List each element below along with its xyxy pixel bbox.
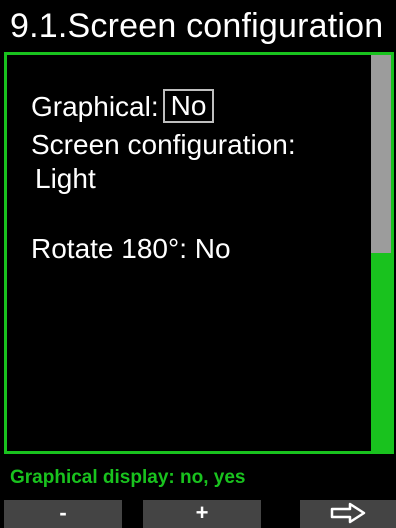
graphical-label: Graphical: xyxy=(31,91,159,122)
scrollbar-thumb[interactable] xyxy=(371,55,391,253)
next-softkey[interactable] xyxy=(300,500,396,528)
rotate-value[interactable]: No xyxy=(195,233,231,264)
dive-computer-screen: 9.1.Screen configuration Graphical: No Sc… xyxy=(0,0,396,528)
rotate-setting-row[interactable]: Rotate 180°: No xyxy=(31,233,231,265)
hint-text: Graphical display: no, yes xyxy=(10,467,246,488)
right-arrow-icon xyxy=(330,502,366,524)
graphical-value-field[interactable]: No xyxy=(162,89,215,123)
minus-softkey[interactable]: - xyxy=(4,500,122,528)
graphical-setting-row[interactable]: Graphical: No xyxy=(31,89,215,123)
title-bar: 9.1.Screen configuration xyxy=(0,0,396,50)
rotate-label: Rotate 180°: xyxy=(31,233,187,264)
plus-softkey[interactable]: + xyxy=(143,500,261,528)
screen-config-value[interactable]: Light xyxy=(35,163,96,195)
settings-panel: Graphical: No Screen configuration: Light… xyxy=(4,52,394,454)
screen-config-label: Screen configuration: xyxy=(31,129,296,160)
page-title: 9.1.Screen configuration xyxy=(10,7,384,45)
scrollbar[interactable] xyxy=(371,55,391,451)
